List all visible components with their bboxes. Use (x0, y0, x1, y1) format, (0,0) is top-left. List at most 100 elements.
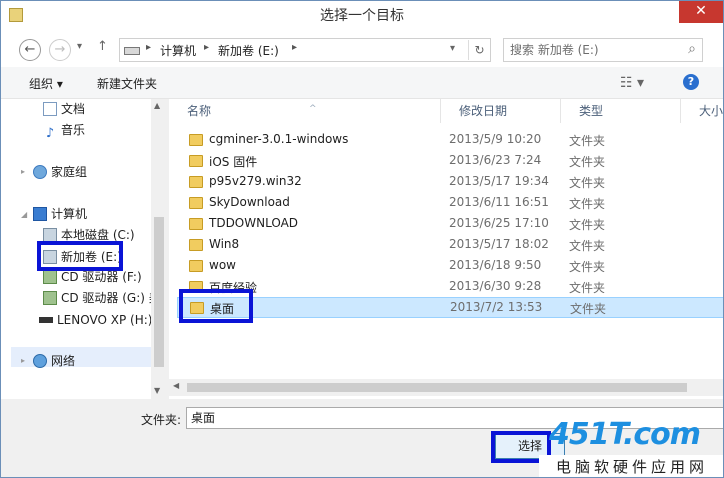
column-label: 类型 (579, 104, 604, 118)
sidebar-item-music[interactable]: ♪ 音乐 (43, 120, 85, 141)
organize-menu[interactable]: 组织 ▾ (29, 75, 63, 92)
sidebar-item-homegroup[interactable]: 家庭组 (33, 162, 87, 182)
scrollbar-thumb[interactable] (187, 383, 687, 392)
drive-icon (43, 250, 57, 264)
file-row-selected[interactable]: 桌面 2013/7/2 13:53 文件夹 (177, 297, 723, 318)
column-label: 大小 (699, 104, 724, 118)
cd-drive-icon (43, 270, 57, 284)
chevron-right-icon[interactable]: ▸ (292, 42, 297, 53)
expand-arrow-icon[interactable]: ▸ (21, 167, 25, 176)
back-button[interactable]: ← (19, 39, 41, 61)
recent-locations-chevron-icon[interactable]: ▾ (77, 41, 82, 52)
sidebar-item-drive-e[interactable]: 新加卷 (E:) (43, 247, 122, 267)
breadcrumb-drive-e[interactable]: 新加卷 (E:) (218, 42, 279, 59)
file-row[interactable]: TDDOWNLOAD 2013/6/25 17:10 文件夹 (177, 214, 723, 235)
file-type: 文件夹 (569, 197, 606, 211)
chevron-right-icon[interactable]: ▸ (146, 42, 151, 53)
file-date: 2013/7/2 13:53 (450, 300, 543, 314)
dialog-window: 选择一个目标 ✕ ← → ▾ ↑ ▸ 计算机 ▸ 新加卷 (E:) ▸ ▾ ↻ … (0, 0, 724, 478)
close-button[interactable]: ✕ (679, 1, 723, 23)
sidebar-item-label: 计算机 (51, 207, 88, 221)
file-row[interactable]: cgminer-3.0.1-windows 2013/5/9 10:20 文件夹 (177, 130, 723, 151)
sidebar-item-drive-h[interactable]: LENOVO XP (H:) (39, 310, 152, 330)
column-label: 修改日期 (459, 104, 508, 118)
sidebar-item-computer[interactable]: 计算机 (33, 204, 87, 224)
scrollbar-thumb[interactable] (154, 217, 164, 367)
usb-drive-icon (39, 317, 53, 323)
watermark-logo: 451T.com 电脑软硬件应用网 (539, 413, 723, 477)
file-name: TDDOWNLOAD (209, 216, 299, 230)
address-bar[interactable]: ▸ 计算机 ▸ 新加卷 (E:) ▸ ▾ ↻ (119, 38, 491, 62)
breadcrumb-computer[interactable]: 计算机 (160, 42, 196, 59)
network-icon (33, 354, 47, 368)
forward-button[interactable]: → (49, 39, 71, 61)
folder-icon (189, 155, 203, 167)
file-date: 2013/6/25 17:10 (449, 216, 549, 230)
scroll-left-icon[interactable]: ◀ (173, 381, 179, 390)
sidebar-item-drive-f[interactable]: CD 驱动器 (F:) (43, 267, 142, 287)
document-icon (43, 102, 57, 116)
file-date: 2013/6/23 7:24 (449, 153, 542, 167)
scroll-up-icon[interactable]: ▲ (154, 101, 160, 110)
column-header-name[interactable]: ^ 名称 (169, 99, 441, 123)
search-box[interactable]: ⌕ (503, 38, 703, 62)
scroll-down-icon[interactable]: ▼ (154, 386, 160, 395)
column-header-type[interactable]: 类型 (561, 99, 681, 123)
file-name: p95v279.win32 (209, 174, 302, 188)
file-list-scrollbar[interactable]: ◀ (169, 379, 723, 396)
file-row[interactable]: wow 2013/6/18 9:50 文件夹 (177, 256, 723, 277)
file-date: 2013/5/17 19:34 (449, 174, 549, 188)
sidebar-item-label: 新加卷 (E:) (61, 250, 122, 264)
column-label: 名称 (187, 104, 212, 118)
file-name: 桌面 (210, 302, 235, 316)
folder-field-label: 文件夹: (141, 413, 182, 427)
collapse-arrow-icon[interactable]: ◢ (21, 210, 27, 219)
file-row[interactable]: iOS 固件 2013/6/23 7:24 文件夹 (177, 151, 723, 172)
navigation-bar: ← → ▾ ↑ ▸ 计算机 ▸ 新加卷 (E:) ▸ ▾ ↻ ⌕ (1, 31, 723, 67)
sidebar-item-label: 家庭组 (51, 165, 88, 179)
sidebar-item-drive-g[interactable]: CD 驱动器 (G:) 美 (43, 288, 161, 308)
window-title: 选择一个目标 (320, 8, 404, 24)
folder-icon (190, 302, 204, 314)
file-date: 2013/5/9 10:20 (449, 132, 542, 146)
file-row[interactable]: SkyDownload 2013/6/11 16:51 文件夹 (177, 193, 723, 214)
sidebar-item-network[interactable]: 网络 (33, 351, 75, 371)
search-icon[interactable]: ⌕ (688, 41, 696, 57)
help-icon[interactable]: ? (683, 74, 699, 90)
new-folder-button[interactable]: 新建文件夹 (97, 75, 157, 92)
file-date: 2013/6/18 9:50 (449, 258, 542, 272)
file-name: 百度经验 (209, 281, 258, 295)
sidebar-item-label: 本地磁盘 (C:) (61, 228, 135, 242)
watermark-logo-text: 451T.com (549, 417, 701, 452)
up-button[interactable]: ↑ (97, 39, 108, 54)
search-input[interactable] (504, 39, 674, 61)
sidebar-item-drive-c[interactable]: 本地磁盘 (C:) (43, 225, 135, 245)
column-header-size[interactable]: 大小 (681, 99, 724, 123)
folder-icon (189, 218, 203, 230)
chevron-right-icon[interactable]: ▸ (204, 42, 209, 53)
file-type: 文件夹 (569, 281, 606, 295)
sidebar-item-label: CD 驱动器 (F:) (61, 270, 142, 284)
file-row[interactable]: 百度经验 2013/6/30 9:28 文件夹 (177, 277, 723, 298)
file-row[interactable]: p95v279.win32 2013/5/17 19:34 文件夹 (177, 172, 723, 193)
file-type: 文件夹 (569, 260, 606, 274)
sidebar-scrollbar[interactable]: ▲ ▼ (151, 99, 167, 399)
cd-drive-icon (43, 291, 57, 305)
file-type: 文件夹 (569, 176, 606, 190)
file-list: ^ 名称 修改日期 类型 大小 cgminer-3.0.1-windows 20… (169, 99, 724, 399)
folder-icon (189, 260, 203, 272)
refresh-icon[interactable]: ↻ (468, 40, 490, 60)
column-header-date[interactable]: 修改日期 (441, 99, 561, 123)
sidebar-item-documents[interactable]: 文档 (43, 99, 85, 119)
sidebar-item-label: 文档 (61, 102, 86, 116)
music-icon: ♪ (45, 126, 55, 141)
folder-icon (189, 134, 203, 146)
file-row[interactable]: Win8 2013/5/17 18:02 文件夹 (177, 235, 723, 256)
file-date: 2013/6/30 9:28 (449, 279, 542, 293)
view-options-icon[interactable]: ☷ ▾ (620, 75, 644, 91)
forward-arrow-icon: → (54, 42, 66, 57)
folder-icon (189, 176, 203, 188)
expand-arrow-icon[interactable]: ▸ (21, 356, 25, 365)
title-bar: 选择一个目标 ✕ (1, 1, 723, 31)
address-dropdown-icon[interactable]: ▾ (450, 43, 455, 54)
